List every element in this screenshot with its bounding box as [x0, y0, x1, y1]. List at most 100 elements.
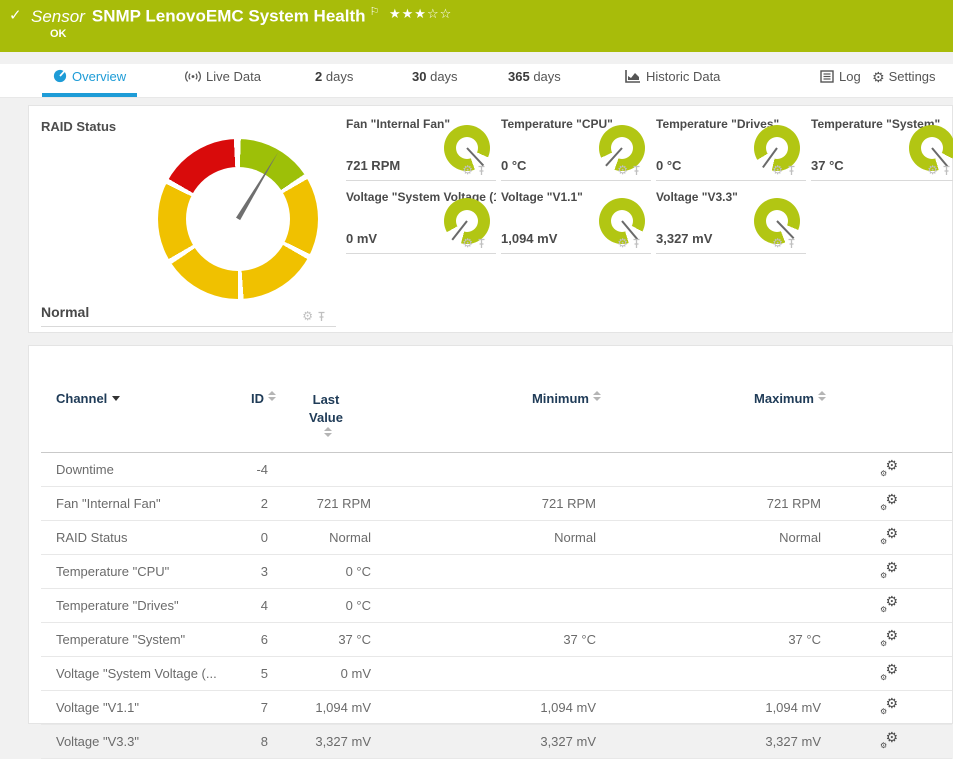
- status-badge: OK: [50, 28, 67, 40]
- column-header-last-value[interactable]: Last Value: [276, 346, 376, 452]
- channel-name: Temperature "System": [41, 622, 231, 656]
- gauge-title: Temperature "CPU": [501, 117, 613, 131]
- gauge-tile-voltage-v3-3: Voltage "V3.3" 3,327 mV ⚙: [656, 187, 806, 254]
- pin-icon[interactable]: [477, 165, 486, 176]
- channel-id: 5: [231, 656, 276, 690]
- broadcast-icon: [185, 66, 201, 92]
- pin-icon[interactable]: [317, 311, 326, 322]
- pin-icon[interactable]: [787, 238, 796, 249]
- channel-minimum: Normal: [376, 520, 601, 554]
- table-header-row: Channel ID Last Value Minimum Maximum: [41, 346, 952, 452]
- tab-overview[interactable]: Overview: [42, 64, 137, 97]
- channel-settings-gear-icon[interactable]: ⚙⚙: [880, 460, 898, 476]
- sensor-status-header: ✓ SensorSNMP LenovoEMC System Health⚐ ★★…: [0, 0, 953, 52]
- gear-icon[interactable]: ⚙: [462, 164, 473, 176]
- channel-name: Fan "Internal Fan": [41, 486, 231, 520]
- gauge-value: 1,094 mV: [501, 231, 557, 246]
- gauge-value: 0 °C: [501, 158, 526, 173]
- table-row: Temperature "System" 6 37 °C 37 °C 37 °C…: [41, 622, 952, 656]
- channel-settings-gear-icon[interactable]: ⚙⚙: [880, 732, 898, 748]
- channel-last-value: 3,327 mV: [276, 724, 376, 758]
- gear-icon[interactable]: ⚙: [927, 164, 938, 176]
- pin-icon[interactable]: [477, 238, 486, 249]
- channel-settings-gear-icon[interactable]: ⚙⚙: [880, 630, 898, 646]
- priority-stars[interactable]: ★★★☆☆: [389, 6, 452, 22]
- area-chart-icon: [625, 66, 641, 92]
- column-header-actions: [826, 346, 952, 452]
- channel-settings-gear-icon[interactable]: ⚙⚙: [880, 698, 898, 714]
- pin-icon[interactable]: [787, 165, 796, 176]
- column-header-channel[interactable]: Channel: [41, 346, 231, 452]
- channel-maximum: Normal: [601, 520, 826, 554]
- channel-last-value: 37 °C: [276, 622, 376, 656]
- channel-id: -4: [231, 452, 276, 486]
- channel-name: Temperature "CPU": [41, 554, 231, 588]
- tab-bar: Overview Live Data 2 days 30 days 365 da…: [0, 64, 953, 98]
- table-row: Downtime -4 ⚙⚙: [41, 452, 952, 486]
- tab-settings[interactable]: ⚙Settings: [872, 64, 936, 93]
- gauge-icon: [53, 66, 67, 92]
- ok-check-icon: ✓: [9, 6, 22, 24]
- channel-name: Downtime: [41, 452, 231, 486]
- table-row: Fan "Internal Fan" 2 721 RPM 721 RPM 721…: [41, 486, 952, 520]
- pin-icon[interactable]: [632, 238, 641, 249]
- gauges-panel: RAID Status Normal ⚙ Fan "Internal Fan" …: [28, 105, 953, 333]
- channel-maximum: 37 °C: [601, 622, 826, 656]
- gear-icon[interactable]: ⚙: [302, 310, 313, 322]
- pin-icon[interactable]: [632, 165, 641, 176]
- gear-icon[interactable]: ⚙: [617, 237, 628, 249]
- tab-30-days[interactable]: 30 days: [412, 64, 458, 93]
- tab-live-data[interactable]: Live Data: [185, 64, 261, 93]
- tab-2-days[interactable]: 2 days: [315, 64, 353, 93]
- sort-icon: [268, 391, 276, 401]
- channel-last-value: 0 °C: [276, 588, 376, 622]
- gear-icon[interactable]: ⚙: [617, 164, 628, 176]
- tab-historic-data[interactable]: Historic Data: [625, 64, 720, 93]
- channel-minimum: [376, 452, 601, 486]
- channel-minimum: 37 °C: [376, 622, 601, 656]
- channel-last-value: 0 mV: [276, 656, 376, 690]
- channel-last-value: [276, 452, 376, 486]
- pin-icon[interactable]: [942, 165, 951, 176]
- gauge-tile-temperature-drives: Temperature "Drives" 0 °C ⚙: [656, 114, 806, 181]
- sort-icon: [818, 391, 826, 401]
- sort-caret-icon: [112, 396, 120, 401]
- channel-settings-gear-icon[interactable]: ⚙⚙: [880, 596, 898, 612]
- channel-name: RAID Status: [41, 520, 231, 554]
- channel-id: 7: [231, 690, 276, 724]
- channel-settings-gear-icon[interactable]: ⚙⚙: [880, 562, 898, 578]
- channel-table: Channel ID Last Value Minimum Maximum Do…: [41, 346, 952, 759]
- channel-settings-gear-icon[interactable]: ⚙⚙: [880, 528, 898, 544]
- gear-icon: ⚙: [872, 69, 885, 85]
- tab-365-days[interactable]: 365 days: [508, 64, 561, 93]
- gauge-value: 0 °C: [656, 158, 681, 173]
- table-row: Temperature "CPU" 3 0 °C ⚙⚙: [41, 554, 952, 588]
- gear-icon[interactable]: ⚙: [462, 237, 473, 249]
- column-header-minimum[interactable]: Minimum: [376, 346, 601, 452]
- column-header-maximum[interactable]: Maximum: [601, 346, 826, 452]
- channel-last-value: Normal: [276, 520, 376, 554]
- channel-maximum: [601, 656, 826, 690]
- channel-settings-gear-icon[interactable]: ⚙⚙: [880, 664, 898, 680]
- flag-icon[interactable]: ⚐: [370, 6, 380, 18]
- gear-icon[interactable]: ⚙: [772, 237, 783, 249]
- gear-icon[interactable]: ⚙: [772, 164, 783, 176]
- tab-log[interactable]: Log: [820, 64, 861, 93]
- channel-name: Voltage "V3.3": [41, 724, 231, 758]
- channel-minimum: [376, 588, 601, 622]
- channel-maximum: 1,094 mV: [601, 690, 826, 724]
- table-row: Voltage "V1.1" 7 1,094 mV 1,094 mV 1,094…: [41, 690, 952, 724]
- column-header-id[interactable]: ID: [231, 346, 276, 452]
- gauge-tile-voltage-system: Voltage "System Voltage (12... 0 mV ⚙: [346, 187, 496, 254]
- channel-settings-gear-icon[interactable]: ⚙⚙: [880, 494, 898, 510]
- raid-status-gauge-tile: RAID Status Normal ⚙: [29, 106, 336, 332]
- channel-maximum: [601, 554, 826, 588]
- gauge-title: Voltage "V3.3": [656, 190, 738, 204]
- channel-id: 2: [231, 486, 276, 520]
- channel-table-panel: Channel ID Last Value Minimum Maximum Do…: [28, 345, 953, 724]
- gauge-value: 721 RPM: [346, 158, 400, 173]
- channel-minimum: 3,327 mV: [376, 724, 601, 758]
- channel-name: Voltage "V1.1": [41, 690, 231, 724]
- gauge-value: 37 °C: [811, 158, 844, 173]
- channel-name: Voltage "System Voltage (...: [41, 656, 231, 690]
